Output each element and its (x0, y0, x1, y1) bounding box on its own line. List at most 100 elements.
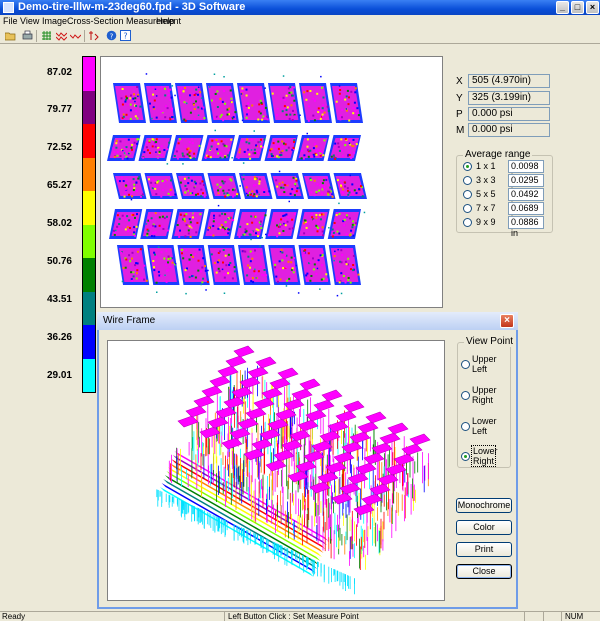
minimize-button[interactable]: _ (556, 1, 569, 14)
tread-top (365, 411, 387, 424)
pressure-speckle (170, 96, 173, 99)
pressure-speckle (151, 178, 154, 181)
pressure-speckle (289, 192, 292, 195)
pressure-speckle (319, 117, 322, 120)
pressure-speckle (341, 149, 344, 152)
pressure-speckle (303, 232, 306, 235)
cursor-icon[interactable] (88, 30, 99, 41)
pressure-speckle (118, 180, 121, 183)
pressure-speckle (255, 228, 258, 231)
avg-5x5-value: 0.0492 in (508, 188, 544, 210)
pressure-speckle (224, 213, 227, 216)
pressure-speckle (284, 143, 287, 146)
pressure-speckle (202, 184, 205, 186)
pressure-map-view[interactable] (100, 56, 443, 308)
pressure-speckle (337, 145, 340, 148)
viewpoint-lower-left-radio[interactable] (461, 422, 470, 431)
open-icon[interactable] (4, 30, 16, 41)
pressure-speckle (193, 192, 196, 195)
pressure-speckle (340, 96, 343, 99)
pressure-speckle (116, 214, 119, 217)
pressure-speckle (154, 253, 156, 256)
pressure-speckle (344, 138, 347, 140)
print-button[interactable]: Print (456, 542, 512, 557)
pressure-speckle (120, 97, 123, 100)
pressure-speckle (342, 155, 344, 158)
pressure-speckle (189, 156, 192, 159)
tread-top (335, 410, 357, 423)
noise-dot (253, 130, 255, 132)
pressure-speckle (322, 234, 325, 237)
noise-dot (174, 94, 176, 97)
color-button[interactable]: Color (456, 520, 512, 535)
pressure-speckle (284, 254, 287, 257)
avg-9x9-radio[interactable] (463, 218, 472, 227)
pressure-speckle (321, 107, 324, 110)
menu-image[interactable]: Image (42, 16, 67, 26)
avg-5x5-radio[interactable] (463, 190, 472, 199)
pressure-speckle (154, 231, 157, 234)
scale-label: 72.52 (46, 142, 72, 153)
menu-file[interactable]: File (3, 16, 18, 26)
help-icon[interactable]: ? (106, 30, 117, 41)
pressure-speckle (183, 217, 186, 220)
pressure-speckle (133, 141, 136, 144)
pressure-speckle (170, 179, 172, 182)
pressure-speckle (135, 105, 138, 107)
pressure-speckle (317, 222, 320, 225)
pressure-speckle (116, 151, 119, 154)
pressure-speckle (309, 149, 312, 152)
avg-1x1-radio[interactable] (463, 162, 472, 171)
pressure-speckle (291, 267, 294, 270)
about-icon[interactable]: ? (120, 30, 131, 41)
pressure-speckle (122, 115, 125, 118)
pressure-speckle (346, 187, 349, 190)
pressure-speckle (350, 157, 353, 160)
pressure-speckle (175, 150, 178, 153)
pressure-speckle (174, 193, 177, 196)
pressure-speckle (338, 213, 341, 215)
pressure-speckle (292, 86, 295, 89)
pressure-speckle (270, 153, 273, 156)
pressure-speckle (344, 281, 347, 284)
pressure-speckle (257, 229, 260, 232)
menu-help[interactable]: Help (156, 16, 175, 26)
tread-top (363, 452, 385, 465)
close-button[interactable]: × (586, 1, 599, 14)
maximize-button[interactable]: □ (571, 1, 584, 14)
pressure-speckle (357, 273, 360, 276)
avg-3x3-radio[interactable] (463, 176, 472, 185)
pressure-speckle (169, 257, 172, 260)
height-band (160, 487, 314, 577)
peaks-icon[interactable] (55, 30, 68, 41)
pressure-speckle (191, 142, 194, 145)
wire-frame-close-icon[interactable]: × (500, 314, 514, 328)
viewpoint-lower-right-radio[interactable] (461, 452, 470, 461)
pressure-speckle (171, 261, 174, 264)
avg-7x7-radio[interactable] (463, 204, 472, 213)
viewpoint-upper-left-radio[interactable] (461, 360, 470, 369)
pressure-speckle (202, 106, 205, 109)
pressure-speckle (196, 221, 199, 224)
noise-dot (328, 227, 330, 229)
pressure-speckle (124, 228, 127, 231)
grid-icon[interactable] (41, 30, 52, 41)
pressure-speckle (290, 104, 293, 107)
wire-frame-titlebar[interactable]: Wire Frame × (97, 312, 518, 330)
wire-frame-view[interactable] (107, 340, 445, 601)
pressure-speckle (338, 281, 341, 284)
pressure-speckle (274, 263, 277, 266)
pressure-speckle (349, 281, 352, 284)
dialog-close-button[interactable]: Close (456, 564, 512, 579)
monochrome-button[interactable]: Monochrome (456, 498, 512, 513)
viewpoint-upper-right-radio[interactable] (461, 391, 470, 400)
pressure-speckle (305, 98, 308, 101)
wave-icon[interactable] (69, 30, 82, 41)
noise-dot (288, 200, 290, 203)
menu-view[interactable]: View (20, 16, 39, 26)
pressure-speckle (310, 212, 313, 215)
pressure-speckle (340, 249, 343, 252)
pressure-speckle (227, 194, 230, 196)
pressure-speckle (167, 94, 170, 97)
print-icon[interactable] (22, 30, 33, 41)
